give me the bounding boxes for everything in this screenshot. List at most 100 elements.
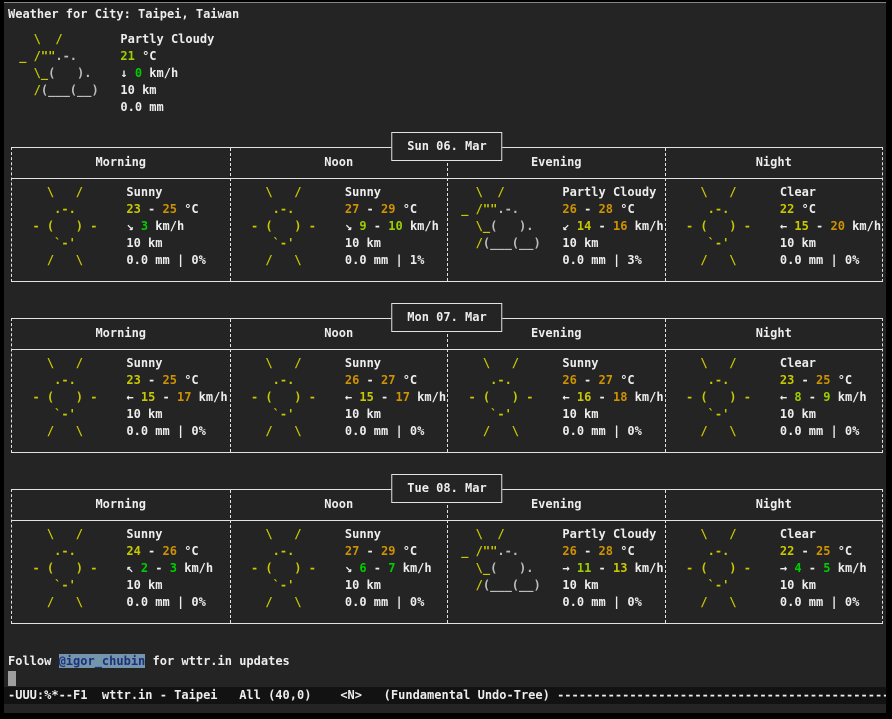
period-body: \ / Clear .-. 22 - 25 °C - ( ) - → 4 - 5… bbox=[666, 521, 883, 623]
condition-line: \ / Partly Cloudy bbox=[454, 526, 665, 543]
precipitation-line: / \ 0.0 mm | 0% bbox=[237, 594, 448, 611]
temperature-line: .-. 27 - 29 °C bbox=[237, 543, 448, 560]
sunny-icon: .-. bbox=[454, 373, 512, 387]
condition-line: \ / Sunny bbox=[18, 184, 230, 201]
emacs-modeline: -UUU:%*--F1 wttr.in - Taipei All (40,0) … bbox=[4, 687, 886, 704]
period-body: \ / Sunny .-. 26 - 27 °C - ( ) - ← 16 - … bbox=[448, 350, 665, 452]
partly-cloudy-icon: \_( ). bbox=[12, 66, 91, 80]
visibility-line: `-' 10 km bbox=[18, 406, 230, 423]
sunny-icon: `-' bbox=[237, 578, 295, 592]
visibility-line: `-' 10 km bbox=[18, 235, 230, 252]
sunny-icon: \ / bbox=[237, 185, 302, 199]
period-header: Morning bbox=[12, 148, 230, 179]
visibility-line: /(___(__) 10 km bbox=[454, 235, 665, 252]
condition-line: \ / Clear bbox=[672, 355, 883, 372]
partly-cloudy-icon: \ / bbox=[12, 32, 63, 46]
temperature-line: .-. 23 - 25 °C bbox=[18, 201, 230, 218]
partly-cloudy-icon: \_( ). bbox=[454, 219, 533, 233]
wind-line: \_( ). ↙ 14 - 16 km/h bbox=[454, 218, 665, 235]
forecast-cell-morning: Morning \ / Sunny .-. 23 - 25 °C - ( ) -… bbox=[12, 319, 230, 452]
forecast-table: Sun 06. MarMorning \ / Sunny .-. 23 - 25… bbox=[11, 147, 883, 282]
date-label: Tue 08. Mar bbox=[391, 474, 502, 503]
sunny-icon: \ / bbox=[672, 527, 737, 541]
forecast-table: Mon 07. MarMorning \ / Sunny .-. 23 - 25… bbox=[11, 318, 883, 453]
sunny-icon: `-' bbox=[672, 407, 730, 421]
sunny-icon: \ / bbox=[672, 185, 737, 199]
sunny-icon: - ( ) - bbox=[237, 561, 316, 575]
wind-line: \_( ). → 11 - 13 km/h bbox=[454, 560, 665, 577]
partly-cloudy-icon: _ /"".-. bbox=[454, 202, 519, 216]
wind-line: - ( ) - ↘ 6 - 7 km/h bbox=[237, 560, 448, 577]
precipitation-line: / \ 0.0 mm | 0% bbox=[18, 252, 230, 269]
condition-line: \ / Partly Cloudy bbox=[12, 31, 886, 48]
wind-line: - ( ) - ← 15 - 17 km/h bbox=[237, 389, 448, 406]
precipitation-line: 0.0 mm | 0% bbox=[454, 594, 665, 611]
period-header: Night bbox=[666, 490, 883, 521]
footer-line: Follow @igor_chubin for wttr.in updates bbox=[8, 653, 886, 670]
temperature-line: .-. 23 - 25 °C bbox=[672, 372, 883, 389]
sunny-icon: - ( ) - bbox=[672, 390, 751, 404]
visibility-line: `-' 10 km bbox=[237, 577, 448, 594]
sunny-icon: / \ bbox=[454, 424, 519, 438]
precipitation-line: / \ 0.0 mm | 0% bbox=[672, 252, 883, 269]
temperature-line: .-. 27 - 29 °C bbox=[237, 201, 448, 218]
sunny-icon: .-. bbox=[237, 544, 295, 558]
precipitation-line: / \ 0.0 mm | 1% bbox=[237, 252, 448, 269]
sunny-icon: \ / bbox=[237, 356, 302, 370]
partly-cloudy-icon: /(___(__) bbox=[454, 578, 541, 592]
sunny-icon: / \ bbox=[672, 595, 737, 609]
sunny-icon: .-. bbox=[672, 544, 730, 558]
forecast-cell-evening: Evening \ / Sunny .-. 26 - 27 °C - ( ) -… bbox=[447, 319, 665, 452]
partly-cloudy-icon: _ /"".-. bbox=[454, 544, 519, 558]
wind-line: \_( ). ↓ 0 km/h bbox=[12, 65, 886, 82]
visibility-line: `-' 10 km bbox=[454, 406, 665, 423]
sunny-icon: `-' bbox=[18, 578, 76, 592]
sunny-icon: \ / bbox=[18, 356, 83, 370]
forecast-cell-noon: Noon \ / Sunny .-. 27 - 29 °C - ( ) - ↘ … bbox=[230, 490, 448, 623]
visibility-line: /(___(__) 10 km bbox=[454, 577, 665, 594]
sunny-icon: \ / bbox=[237, 527, 302, 541]
visibility-line: `-' 10 km bbox=[237, 406, 448, 423]
current-conditions: \ / Partly Cloudy _ /"".-. 21 °C \_( ). … bbox=[12, 31, 886, 116]
temperature-line: _ /"".-. 26 - 28 °C bbox=[454, 543, 665, 560]
forecast-cell-night: Night \ / Clear .-. 22 - 25 °C - ( ) - →… bbox=[665, 490, 883, 623]
partly-cloudy-icon: \ / bbox=[454, 185, 505, 199]
visibility-line: `-' 10 km bbox=[237, 235, 448, 252]
sunny-icon: / \ bbox=[237, 253, 302, 267]
visibility-line: `-' 10 km bbox=[672, 406, 883, 423]
period-header: Night bbox=[666, 319, 883, 350]
sunny-icon: `-' bbox=[454, 407, 512, 421]
echo-area bbox=[4, 704, 886, 713]
visibility-line: `-' 10 km bbox=[672, 235, 883, 252]
sunny-icon: .-. bbox=[237, 373, 295, 387]
sunny-icon: - ( ) - bbox=[18, 561, 97, 575]
period-body: \ / Partly Cloudy _ /"".-. 26 - 28 °C \_… bbox=[448, 521, 665, 623]
period-body: \ / Sunny .-. 27 - 29 °C - ( ) - ↘ 6 - 7… bbox=[231, 521, 448, 623]
period-body: \ / Sunny .-. 24 - 26 °C - ( ) - ↖ 2 - 3… bbox=[12, 521, 230, 623]
period-body: \ / Clear .-. 22 °C - ( ) - ← 15 - 20 km… bbox=[666, 179, 883, 281]
text-cursor bbox=[8, 671, 16, 686]
condition-line: \ / Sunny bbox=[18, 526, 230, 543]
condition-line: \ / Sunny bbox=[18, 355, 230, 372]
twitter-handle-link[interactable]: @igor_chubin bbox=[59, 654, 146, 668]
wind-line: - ( ) - ← 15 - 20 km/h bbox=[672, 218, 883, 235]
sunny-icon: / \ bbox=[237, 595, 302, 609]
sunny-icon: `-' bbox=[18, 407, 76, 421]
precipitation-line: / \ 0.0 mm | 0% bbox=[18, 594, 230, 611]
page-title: Weather for City: Taipei, Taiwan bbox=[8, 6, 886, 23]
temperature-line: .-. 23 - 25 °C bbox=[18, 372, 230, 389]
period-header: Night bbox=[666, 148, 883, 179]
wind-line: - ( ) - ↖ 2 - 3 km/h bbox=[18, 560, 230, 577]
visibility-line: `-' 10 km bbox=[672, 577, 883, 594]
temperature-line: _ /"".-. 21 °C bbox=[12, 48, 886, 65]
sunny-icon: - ( ) - bbox=[454, 390, 533, 404]
sunny-icon: .-. bbox=[672, 373, 730, 387]
sunny-icon: .-. bbox=[18, 544, 76, 558]
precipitation-line: / \ 0.0 mm | 0% bbox=[18, 423, 230, 440]
partly-cloudy-icon: /(___(__) bbox=[12, 83, 99, 97]
sunny-icon: \ / bbox=[18, 185, 83, 199]
condition-line: \ / Clear bbox=[672, 184, 883, 201]
temperature-line: .-. 22 °C bbox=[672, 201, 883, 218]
sunny-icon: `-' bbox=[237, 236, 295, 250]
partly-cloudy-icon: \ / bbox=[454, 527, 505, 541]
